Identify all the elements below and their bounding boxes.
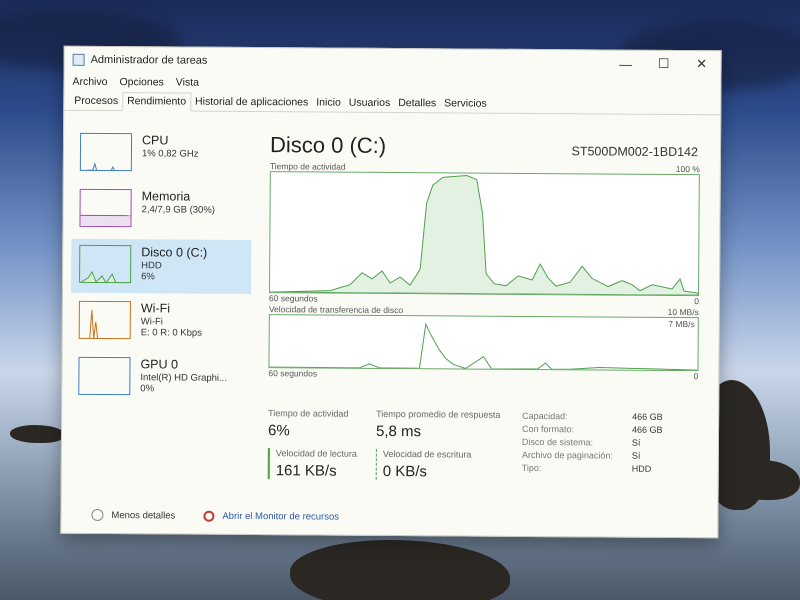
disk-thumbnail-graph (79, 244, 132, 284)
wifi-thumbnail-graph (78, 300, 131, 340)
graph1-label: Tiempo de actividad (269, 161, 346, 172)
sidebar-item-wifi[interactable]: Wi-Fi Wi-Fi E: 0 R: 0 Kbps (71, 295, 251, 350)
wifi-sparkline (79, 309, 131, 340)
sidebar-item-detail: 2,4/7,9 GB (30%) (141, 204, 216, 216)
background-rock (730, 460, 800, 500)
sidebar-item-detail: 6% (141, 271, 155, 283)
tab-detalles[interactable]: Detalles (394, 95, 440, 112)
property-row: Disco de sistema: Sí (521, 436, 641, 448)
sidebar-item-detail: 1% 0,82 GHz (141, 148, 199, 160)
tab-rendimiento[interactable]: Rendimiento (122, 92, 192, 112)
sidebar-item-label: Wi-Fi (140, 301, 171, 316)
tab-historial[interactable]: Historial de aplicaciones (191, 94, 312, 112)
property-row: Capacidad: 466 GB (522, 410, 663, 422)
window-title: Administrador de tareas (90, 53, 208, 67)
property-row: Tipo: HDD (521, 462, 652, 474)
less-details-button[interactable]: Menos detalles (111, 510, 175, 521)
close-button[interactable]: ✕ (683, 52, 721, 76)
graph2-max: 10 MB/s (667, 306, 699, 318)
tab-servicios[interactable]: Servicios (440, 95, 491, 112)
read-stat-label: Velocidad de lectura (275, 448, 357, 459)
activity-graph (268, 171, 700, 297)
sidebar-item-detail: HDD (141, 260, 162, 272)
graph2-zero: 0 (693, 371, 699, 382)
transfer-line (269, 322, 698, 371)
property-row: Archivo de paginación: Sí (521, 449, 641, 461)
property-row: Con formato: 466 GB (522, 423, 663, 435)
task-manager-icon (72, 53, 85, 66)
menu-archivo[interactable]: Archivo (72, 76, 107, 88)
tab-procesos[interactable]: Procesos (70, 93, 122, 110)
sidebar-item-gpu[interactable]: GPU 0 Intel(R) HD Graphi... 0% (70, 351, 250, 406)
sidebar-item-detail: Intel(R) HD Graphi... (140, 372, 228, 384)
sidebar-item-cpu[interactable]: CPU 1% 0,82 GHz (72, 127, 252, 182)
resource-sidebar: CPU 1% 0,82 GHz Memoria 2,4/7,9 GB (30%)… (70, 127, 252, 408)
cpu-sparkline (80, 162, 133, 172)
response-stat-value: 5,8 ms (375, 422, 422, 441)
disk-properties: Capacidad: 466 GB Con formato: 466 GB Disc… (522, 410, 663, 476)
task-manager-window: Administrador de tareas — ☐ ✕ Archivo Op… (60, 45, 722, 539)
maximize-button[interactable]: ☐ (645, 52, 683, 76)
menu-opciones[interactable]: Opciones (119, 76, 163, 88)
sidebar-item-detail: E: 0 R: 0 Kbps (140, 327, 203, 339)
read-stat-value: 161 KB/s (275, 462, 337, 480)
menu-vista[interactable]: Vista (176, 76, 199, 88)
activity-line (269, 175, 699, 296)
tab-strip: Procesos Rendimiento Historial de aplica… (64, 90, 721, 116)
graph1-max: 100 % (675, 163, 700, 175)
minimize-button[interactable]: — (607, 51, 645, 75)
disk-sparkline (79, 270, 132, 284)
write-stat-label: Velocidad de escritura (382, 448, 472, 460)
sidebar-item-detail: 0% (140, 383, 155, 395)
graph1-time: 60 segundos (268, 293, 318, 304)
graph2-time: 60 segundos (268, 368, 318, 379)
background-rock (290, 540, 510, 600)
gpu-thumbnail-graph (78, 356, 131, 396)
sidebar-item-label: GPU 0 (140, 357, 179, 372)
tab-inicio[interactable]: Inicio (312, 94, 345, 111)
footer: Menos detalles Abrir el Monitor de recur… (91, 508, 339, 523)
open-resource-monitor-link[interactable]: Abrir el Monitor de recursos (222, 510, 339, 522)
tab-usuarios[interactable]: Usuarios (345, 95, 395, 112)
sidebar-item-label: Memoria (141, 189, 191, 204)
cpu-thumbnail-graph (79, 132, 133, 172)
activity-stat-label: Tiempo de actividad (268, 408, 349, 419)
disk-detail-panel: Disco 0 (C:) ST500DM002-1BD142 Tiempo de… (268, 132, 700, 381)
resource-monitor-icon (203, 510, 215, 522)
sidebar-item-label: Disco 0 (C:) (141, 245, 208, 260)
disk-model: ST500DM002-1BD142 (571, 144, 699, 160)
sidebar-item-memoria[interactable]: Memoria 2,4/7,9 GB (30%) (71, 183, 251, 238)
write-stat-value: 0 KB/s (382, 462, 427, 481)
background-rock (10, 425, 65, 443)
memory-thumbnail-graph (79, 188, 132, 228)
sidebar-item-detail: Wi-Fi (140, 316, 163, 328)
chevron-up-icon[interactable] (91, 508, 104, 521)
activity-stat-value: 6% (267, 422, 290, 440)
graph1-zero: 0 (694, 296, 699, 307)
sidebar-item-label: CPU (142, 133, 169, 148)
transfer-graph: 7 MB/s (268, 314, 699, 372)
response-stat-label: Tiempo promedio de respuesta (376, 408, 501, 420)
sidebar-item-disco[interactable]: Disco 0 (C:) HDD 6% (70, 238, 252, 295)
